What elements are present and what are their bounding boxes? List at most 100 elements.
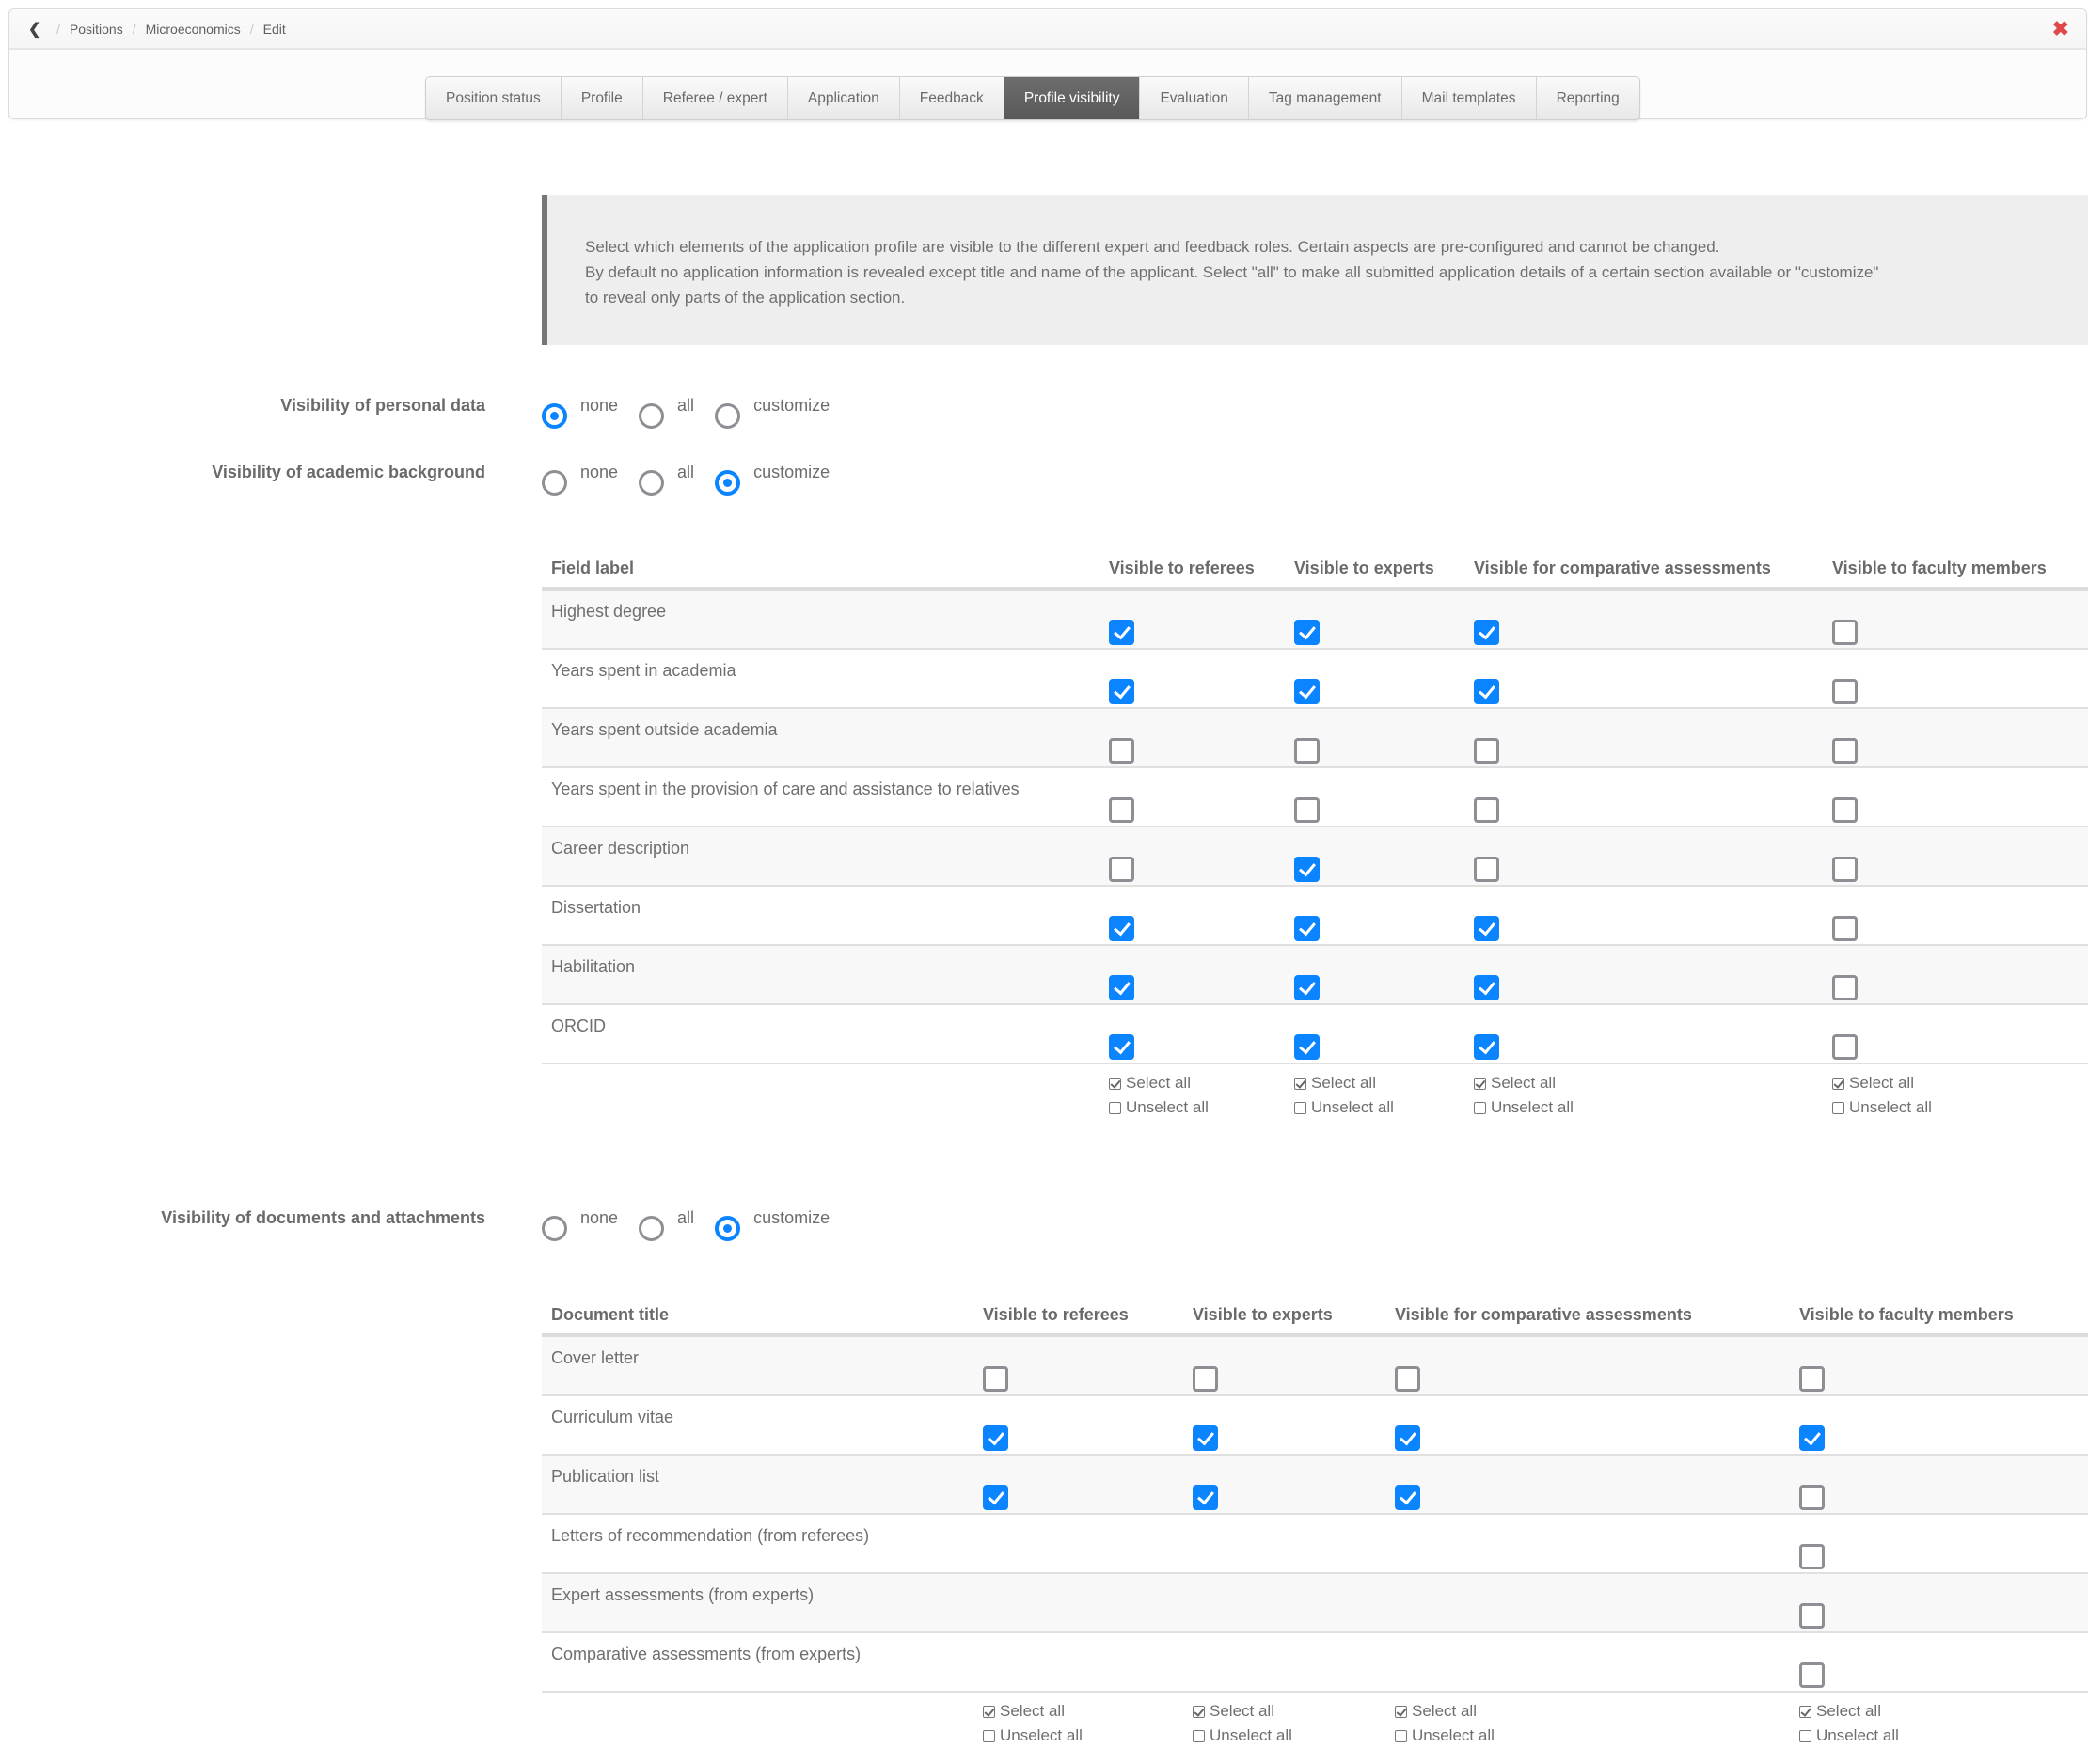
academic-checkbox-faculty[interactable] [1832, 975, 1858, 1000]
documents-checkbox-faculty[interactable] [1799, 1662, 1825, 1688]
personal-radio-none[interactable] [542, 403, 567, 429]
documents-option-customize[interactable]: customize [715, 1208, 830, 1241]
chevron-left-icon[interactable]: ❮ [28, 20, 47, 39]
unselect-all-link[interactable]: Unselect all [1294, 1098, 1394, 1117]
documents-checkbox-faculty[interactable] [1799, 1485, 1825, 1510]
tab-feedback[interactable]: Feedback [900, 77, 1004, 119]
tab-profile[interactable]: Profile [562, 77, 643, 119]
unselect-all-link[interactable]: Unselect all [1109, 1098, 1209, 1117]
unselect-all-link[interactable]: Unselect all [1395, 1726, 1495, 1745]
academic-checkbox-referees[interactable] [1109, 738, 1134, 764]
personal-option-customize[interactable]: customize [715, 396, 830, 429]
documents-checkbox-referees[interactable] [983, 1485, 1008, 1510]
academic-checkbox-comparative[interactable] [1474, 1034, 1499, 1060]
personal-option-all[interactable]: all [639, 396, 694, 429]
tab-mail-templates[interactable]: Mail templates [1402, 77, 1537, 119]
academic-checkbox-experts[interactable] [1294, 620, 1320, 645]
academic-checkbox-experts[interactable] [1294, 857, 1320, 882]
academic-checkbox-comparative[interactable] [1474, 975, 1499, 1000]
documents-checkbox-faculty[interactable] [1799, 1366, 1825, 1392]
academic-checkbox-comparative[interactable] [1474, 620, 1499, 645]
academic-checkbox-referees[interactable] [1109, 975, 1134, 1000]
checked-square-icon [1109, 1077, 1121, 1090]
radio-label: customize [753, 1208, 830, 1227]
documents-checkbox-referees[interactable] [983, 1366, 1008, 1392]
documents-checkbox-experts[interactable] [1193, 1425, 1218, 1451]
documents-checkbox-comparative[interactable] [1395, 1366, 1420, 1392]
academic-checkbox-experts[interactable] [1294, 1034, 1320, 1060]
documents-radio-customize[interactable] [715, 1216, 741, 1241]
academic-option-none[interactable]: none [542, 463, 618, 496]
academic-checkbox-referees[interactable] [1109, 620, 1134, 645]
unselect-all-link[interactable]: Unselect all [1474, 1098, 1574, 1117]
documents-checkbox-referees[interactable] [983, 1425, 1008, 1451]
academic-radio-all[interactable] [639, 470, 665, 496]
academic-checkbox-comparative[interactable] [1474, 857, 1499, 882]
academic-checkbox-referees[interactable] [1109, 857, 1134, 882]
personal-radio-all[interactable] [639, 403, 665, 429]
academic-checkbox-referees[interactable] [1109, 916, 1134, 941]
academic-option-all[interactable]: all [639, 463, 694, 496]
academic-checkbox-experts[interactable] [1294, 797, 1320, 823]
select-all-link[interactable]: Select all [1109, 1074, 1191, 1093]
tab-application[interactable]: Application [788, 77, 900, 119]
select-all-link[interactable]: Select all [983, 1702, 1065, 1721]
breadcrumb-positions[interactable]: Positions [70, 22, 123, 37]
documents-checkbox-faculty[interactable] [1799, 1603, 1825, 1629]
documents-radio-all[interactable] [639, 1216, 665, 1241]
academic-checkbox-referees[interactable] [1109, 1034, 1134, 1060]
academic-checkbox-comparative[interactable] [1474, 797, 1499, 823]
documents-checkbox-experts[interactable] [1193, 1485, 1218, 1510]
select-all-link[interactable]: Select all [1193, 1702, 1274, 1721]
select-all-link[interactable]: Select all [1832, 1074, 1914, 1093]
academic-checkbox-faculty[interactable] [1832, 679, 1858, 704]
select-all-link[interactable]: Select all [1294, 1074, 1376, 1093]
tab-referee-expert[interactable]: Referee / expert [643, 77, 788, 119]
academic-checkbox-experts[interactable] [1294, 916, 1320, 941]
tab-profile-visibility[interactable]: Profile visibility [1004, 77, 1141, 119]
radio-label: all [677, 463, 695, 481]
unselect-all-link[interactable]: Unselect all [1193, 1726, 1292, 1745]
academic-checkbox-comparative[interactable] [1474, 738, 1499, 764]
documents-option-none[interactable]: none [542, 1208, 618, 1241]
documents-option-all[interactable]: all [639, 1208, 694, 1241]
tab-reporting[interactable]: Reporting [1537, 77, 1639, 119]
academic-radio-customize[interactable] [715, 470, 741, 496]
tab-position-status[interactable]: Position status [426, 77, 562, 119]
checked-square-icon [1799, 1705, 1811, 1718]
personal-option-none[interactable]: none [542, 396, 618, 429]
personal-radio-customize[interactable] [715, 403, 741, 429]
select-all-link[interactable]: Select all [1395, 1702, 1477, 1721]
unselect-all-link[interactable]: Unselect all [1799, 1726, 1899, 1745]
academic-checkbox-experts[interactable] [1294, 738, 1320, 764]
documents-checkbox-faculty[interactable] [1799, 1425, 1825, 1451]
documents-checkbox-faculty[interactable] [1799, 1544, 1825, 1569]
tab-evaluation[interactable]: Evaluation [1140, 77, 1249, 119]
academic-checkbox-referees[interactable] [1109, 679, 1134, 704]
academic-option-customize[interactable]: customize [715, 463, 830, 496]
academic-checkbox-comparative[interactable] [1474, 916, 1499, 941]
academic-checkbox-experts[interactable] [1294, 679, 1320, 704]
documents-checkbox-comparative[interactable] [1395, 1425, 1420, 1451]
breadcrumb-microeconomics[interactable]: Microeconomics [146, 22, 241, 37]
documents-checkbox-experts[interactable] [1193, 1366, 1218, 1392]
documents-radio-none[interactable] [542, 1216, 567, 1241]
close-x-icon[interactable]: ✖ [2052, 19, 2069, 39]
academic-checkbox-faculty[interactable] [1832, 1034, 1858, 1060]
link-text: Unselect all [1412, 1726, 1495, 1744]
select-all-link[interactable]: Select all [1474, 1074, 1556, 1093]
academic-radio-none[interactable] [542, 470, 567, 496]
unselect-all-link[interactable]: Unselect all [1832, 1098, 1932, 1117]
academic-checkbox-faculty[interactable] [1832, 857, 1858, 882]
academic-checkbox-faculty[interactable] [1832, 738, 1858, 764]
academic-checkbox-referees[interactable] [1109, 797, 1134, 823]
academic-checkbox-faculty[interactable] [1832, 620, 1858, 645]
documents-checkbox-comparative[interactable] [1395, 1485, 1420, 1510]
academic-checkbox-comparative[interactable] [1474, 679, 1499, 704]
academic-checkbox-faculty[interactable] [1832, 916, 1858, 941]
unselect-all-link[interactable]: Unselect all [983, 1726, 1083, 1745]
tab-tag-management[interactable]: Tag management [1249, 77, 1402, 119]
academic-checkbox-faculty[interactable] [1832, 797, 1858, 823]
academic-checkbox-experts[interactable] [1294, 975, 1320, 1000]
select-all-link[interactable]: Select all [1799, 1702, 1881, 1721]
